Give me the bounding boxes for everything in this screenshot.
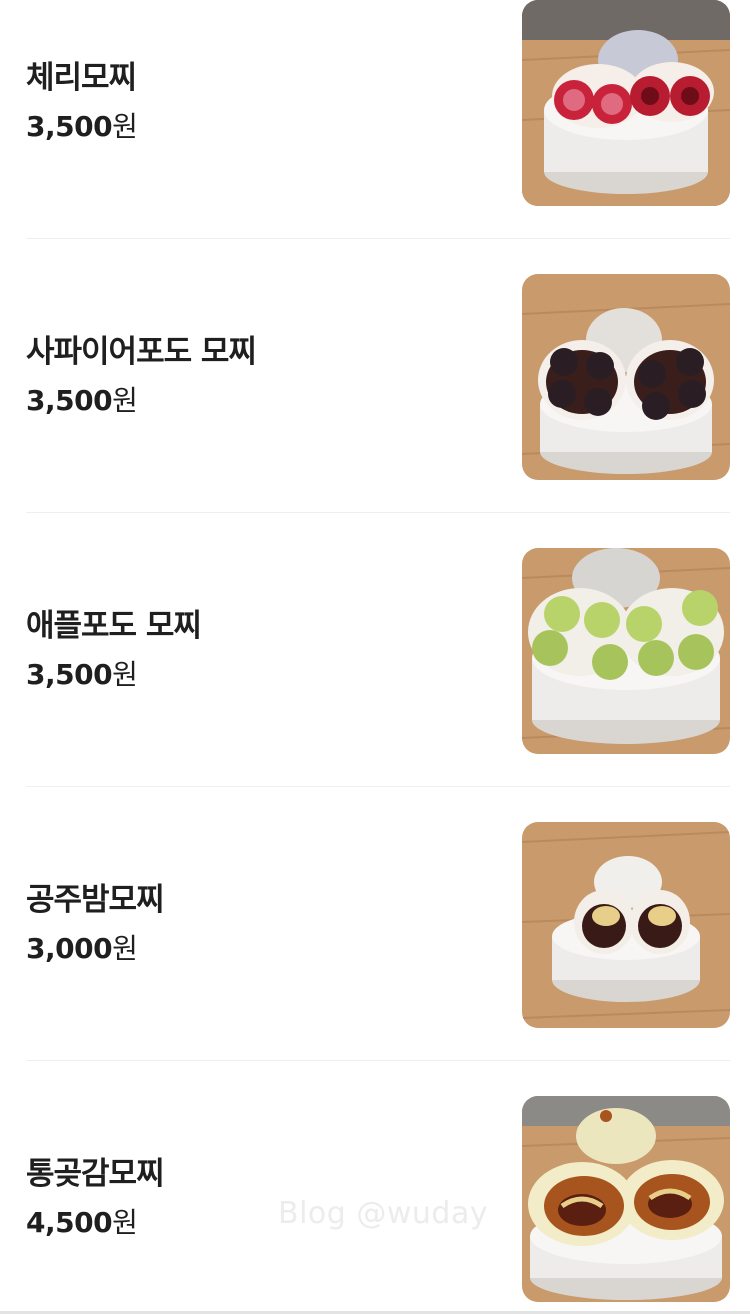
- divider: [26, 786, 730, 787]
- menu-item-price: 4,500원: [26, 1206, 164, 1240]
- price-amount: 3,500: [26, 658, 113, 691]
- price-unit: 원: [112, 110, 138, 143]
- menu-item-apple-grape-mochi[interactable]: 애플포도 모찌 3,500원: [26, 548, 730, 754]
- price-unit: 원: [112, 658, 138, 691]
- divider: [26, 238, 730, 239]
- price-unit: 원: [112, 1206, 138, 1239]
- menu-item-name: 애플포도 모찌: [26, 608, 202, 644]
- price-unit: 원: [112, 384, 138, 417]
- menu-item-name: 사파이어포도 모찌: [26, 334, 257, 370]
- menu-item-cherry-mochi[interactable]: 체리모찌 3,500원: [26, 0, 730, 206]
- menu-item-chestnut-mochi[interactable]: 공주밤모찌 3,000원: [26, 822, 730, 1028]
- menu-item-name: 공주밤모찌: [26, 882, 165, 918]
- menu-item-price: 3,000원: [26, 932, 164, 966]
- menu-item-name: 체리모찌: [26, 60, 137, 96]
- sapphire-grape-mochi-photo-icon[interactable]: [522, 274, 730, 480]
- chestnut-mochi-photo-icon[interactable]: [522, 822, 730, 1028]
- cherry-mochi-photo-icon[interactable]: [522, 0, 730, 206]
- price-amount: 3,500: [26, 384, 113, 417]
- menu-item-info: 공주밤모찌 3,000원: [26, 880, 165, 966]
- price-amount: 3,500: [26, 110, 113, 143]
- blog-watermark: Blog @wuday: [278, 1196, 489, 1231]
- menu-item-sapphire-grape-mochi[interactable]: 사파이어포도 모찌 3,500원: [26, 274, 730, 480]
- price-amount: 4,500: [26, 1206, 113, 1239]
- dried-persimmon-mochi-photo-icon[interactable]: [522, 1096, 730, 1302]
- menu-item-price: 3,500원: [26, 658, 201, 692]
- divider: [26, 512, 730, 513]
- menu-item-name: 통곶감모찌: [26, 1156, 165, 1192]
- menu-item-info: 사파이어포도 모찌 3,500원: [26, 332, 257, 418]
- menu-item-info: 체리모찌 3,500원: [26, 58, 138, 144]
- menu-item-price: 3,500원: [26, 384, 256, 418]
- price-unit: 원: [112, 932, 138, 965]
- price-amount: 3,000: [26, 932, 113, 965]
- apple-grape-mochi-photo-icon[interactable]: [522, 548, 730, 754]
- menu-item-info: 애플포도 모찌 3,500원: [26, 606, 202, 692]
- menu-item-info: 통곶감모찌 4,500원: [26, 1154, 165, 1240]
- menu-item-price: 3,500원: [26, 110, 138, 144]
- divider: [26, 1060, 730, 1061]
